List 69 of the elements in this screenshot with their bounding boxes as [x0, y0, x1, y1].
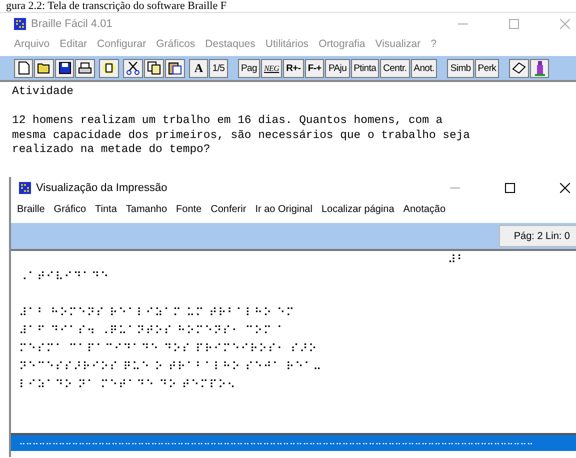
menu-item[interactable]: Editar: [60, 38, 88, 50]
braille-line: ⠝⠑⠉⠑⠎⠎⠜⠗⠊⠕⠎ ⠟⠥⠑ ⠕ ⠞⠗⠁⠃⠁⠇⠓⠕ ⠎⠑⠚⠁ ⠗⠑⠁⠤: [19, 360, 322, 373]
menu-item[interactable]: Visualizar: [375, 38, 421, 50]
toolbar-button[interactable]: Perk: [474, 58, 500, 78]
print-button[interactable]: [75, 58, 95, 78]
braille-line: ⠼⠁⠃ ⠓⠕⠍⠑⠝⠎ ⠗⠑⠁⠇⠊⠵⠁⠍ ⠥⠍ ⠞⠗⠃⠁⠇⠓⠕ ⠑⠍: [19, 306, 296, 319]
menu-item[interactable]: ?: [430, 38, 436, 50]
toolbar-button[interactable]: Centr.: [380, 58, 410, 78]
person-button[interactable]: [530, 58, 550, 78]
save-button[interactable]: [55, 58, 74, 78]
highlight-button[interactable]: [99, 58, 119, 78]
maximize-icon[interactable]: [505, 183, 515, 193]
toolbar-button[interactable]: F-+: [304, 58, 324, 78]
menu-item[interactable]: Ir ao Original: [255, 204, 312, 214]
toolbar-button[interactable]: 1/5: [209, 58, 228, 78]
eraser-button[interactable]: [509, 58, 530, 78]
toolbar-button[interactable]: Pag: [238, 58, 260, 78]
menu-item[interactable]: Tamanho: [126, 204, 168, 214]
toolbar-button[interactable]: Simb: [447, 58, 474, 78]
menu-item[interactable]: Arquivo: [14, 38, 50, 50]
toolbar-button[interactable]: A: [189, 58, 208, 78]
braille-line: ⠇⠊⠵⠁⠙⠕ ⠝⠁ ⠍⠑⠞⠁⠙⠑ ⠙⠕ ⠞⠑⠍⠏⠕⠢: [19, 378, 236, 391]
paste-icon: [168, 61, 182, 75]
cut-button[interactable]: [123, 58, 143, 78]
copy-icon: [147, 61, 161, 75]
window-title: Visualização da Impressão: [36, 182, 168, 194]
page-number: ⠼⠃: [448, 252, 466, 267]
figure-caption: gura 2.2: Tela de transcrição do software Braille F: [5, 0, 228, 12]
highlighted-page-icon: [102, 61, 116, 75]
editor-line: mesma capacidade dos primeiros, são necessários que o trabalho seja: [12, 128, 471, 143]
menu-item[interactable]: Gráficos: [156, 38, 196, 50]
toolbar-button[interactable]: Ptinta: [350, 58, 380, 78]
editor-line: Atividade: [12, 85, 75, 100]
page-status-button[interactable]: Pág: 2 Lin: 0: [498, 225, 576, 247]
eraser-icon: [512, 62, 526, 74]
menu-item[interactable]: Ortografia: [318, 38, 366, 50]
menu-item[interactable]: Localizar página: [321, 204, 394, 214]
editor-line: 12 homens realizam um trbalho em 16 dias. Quantos homens, com a: [12, 114, 444, 128]
menu-item[interactable]: Braille: [17, 204, 45, 214]
menu-item[interactable]: Configurar: [97, 38, 146, 50]
menu-item[interactable]: Tinta: [95, 204, 117, 214]
toolbar-button[interactable]: R+-: [283, 58, 304, 78]
menu-item[interactable]: Conferir: [210, 204, 246, 214]
app-icon: [14, 18, 26, 30]
menu-item[interactable]: Destaques: [205, 38, 256, 50]
editor-line: realizado na metade do tempo?: [12, 143, 212, 158]
braille-line: ⠠⠁⠞⠊⠧⠊⠙⠁⠙⠑: [19, 270, 110, 283]
new-file-button[interactable]: [14, 58, 33, 78]
braille-line: ⠍⠑⠎⠍⠁ ⠉⠁⠏⠁⠉⠊⠙⠁⠙⠑ ⠙⠕⠎ ⠏⠗⠊⠍⠑⠊⠗⠕⠎⠂ ⠎⠜⠕: [19, 342, 318, 355]
toolbar-button[interactable]: PAju: [325, 58, 350, 78]
close-icon[interactable]: [560, 183, 570, 193]
figure-icon: [534, 60, 546, 76]
folder-icon: [37, 62, 51, 74]
menu-item[interactable]: Anotação: [403, 204, 446, 214]
window-title: Braille Fácil 4.01: [31, 18, 112, 30]
scissors-icon: [126, 61, 140, 75]
open-folder-button[interactable]: [34, 58, 54, 78]
printer-icon: [78, 62, 92, 74]
copy-button[interactable]: [144, 58, 164, 78]
menu-item[interactable]: Utilitários: [265, 38, 309, 50]
toolbar-button[interactable]: NEG: [261, 58, 282, 78]
menu-item[interactable]: Fonte: [176, 204, 202, 214]
menu-item[interactable]: Gráfico: [54, 204, 86, 214]
toolbar-button[interactable]: Anot.: [410, 58, 438, 78]
paste-button[interactable]: [165, 58, 185, 78]
app-icon: [19, 182, 31, 194]
floppy-icon: [58, 62, 70, 74]
page-icon: [18, 61, 30, 75]
braille-line: ⠼⠁⠋ ⠙⠊⠁⠎⠲ ⠠⠟⠥⠁⠝⠞⠕⠎ ⠓⠕⠍⠑⠝⠎⠂ ⠉⠕⠍ ⠁: [19, 324, 286, 337]
